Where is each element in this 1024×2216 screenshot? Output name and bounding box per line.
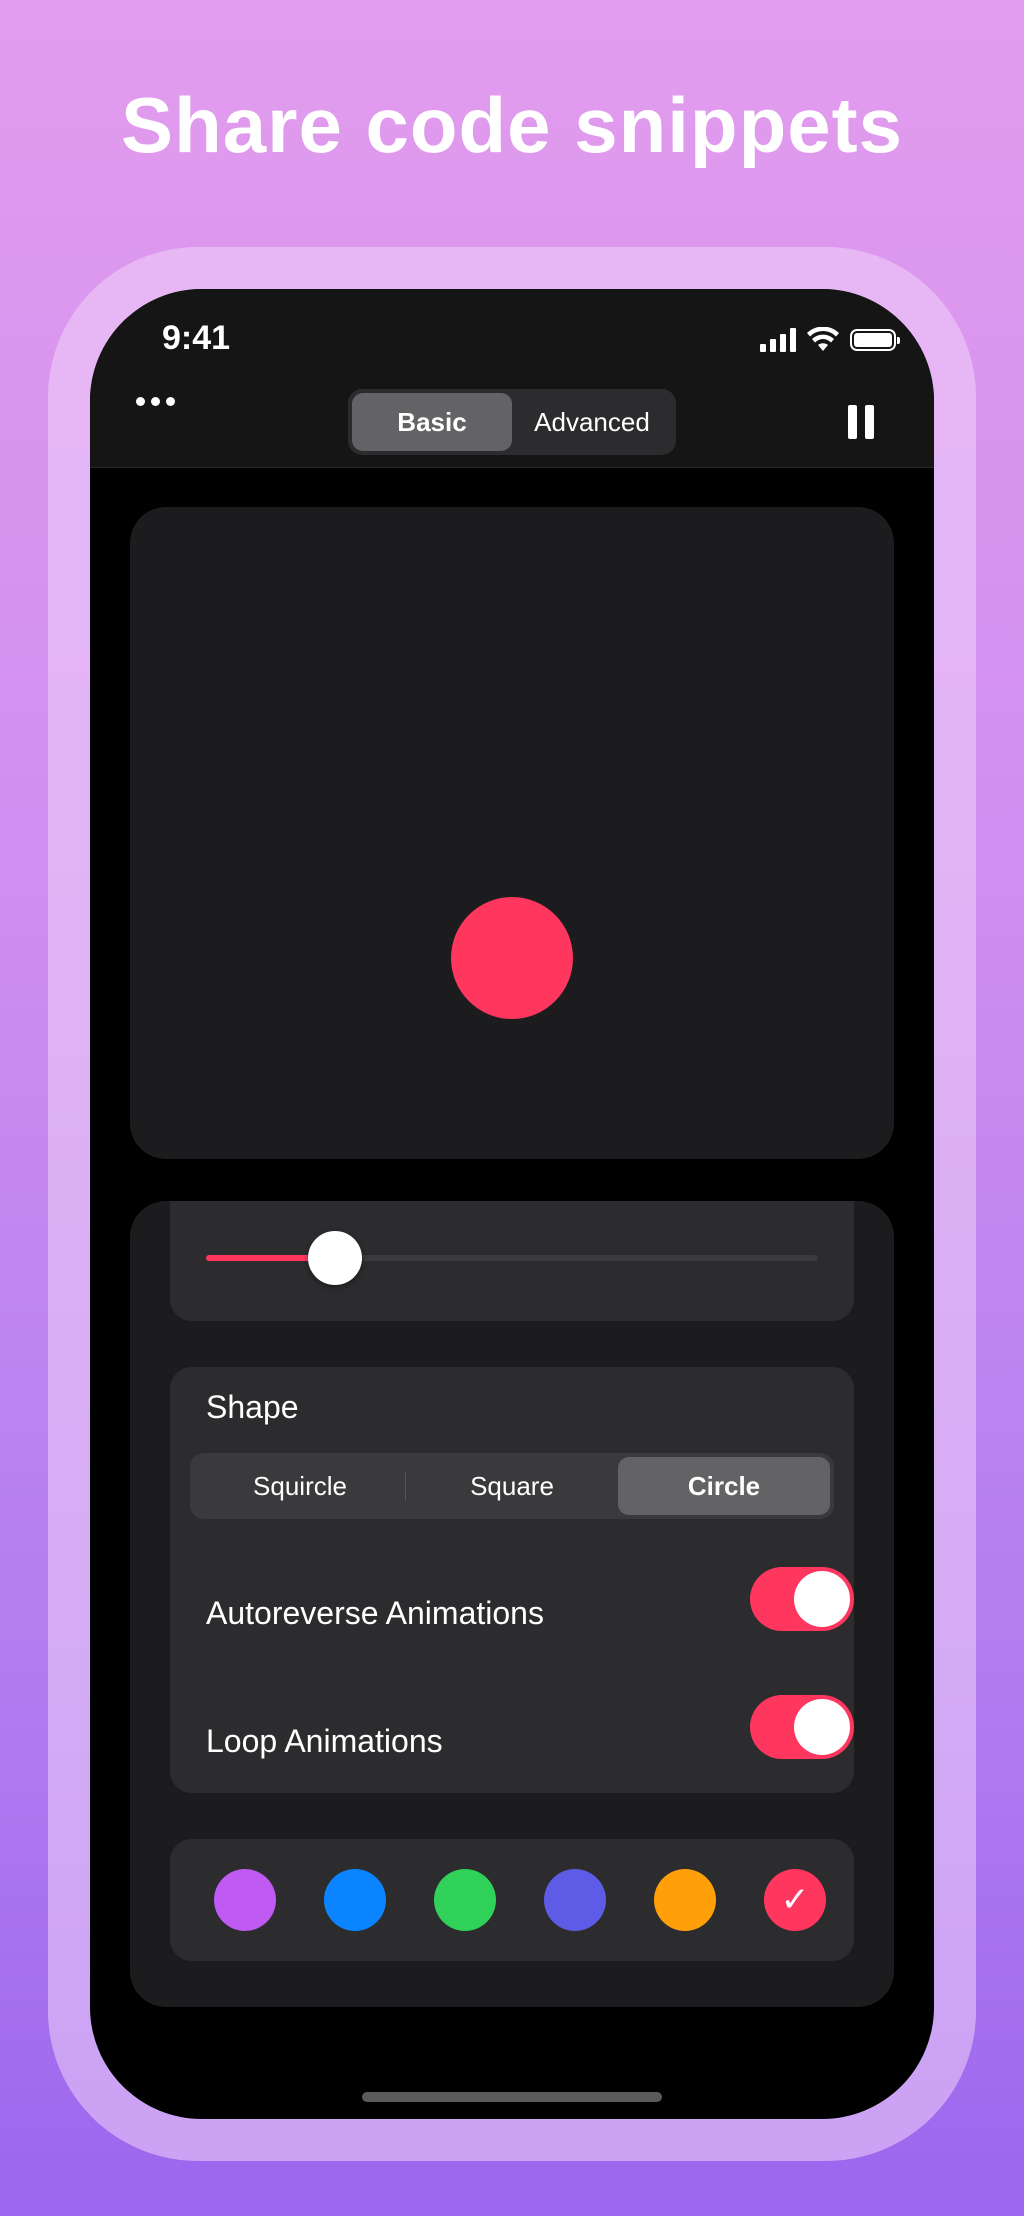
more-icon[interactable] (136, 397, 175, 406)
color-picker-card: ✓ (170, 1839, 854, 1961)
phone-screen: 9:41 Basic Advanced Shape Squircle Squar… (90, 289, 934, 2119)
animated-ball (451, 897, 573, 1019)
headline: Share code snippets (121, 81, 903, 169)
loop-toggle[interactable] (750, 1695, 854, 1759)
shape-option-circle[interactable]: Circle (618, 1457, 830, 1515)
checkmark-icon: ✓ (780, 1881, 810, 1919)
shape-option-label: Square (470, 1470, 554, 1501)
color-swatch-indigo[interactable] (544, 1869, 606, 1931)
color-swatch-pink[interactable]: ✓ (764, 1869, 826, 1931)
slider-track[interactable] (206, 1231, 818, 1285)
slider-card (170, 1201, 854, 1321)
color-swatch-orange[interactable] (654, 1869, 716, 1931)
cellular-signal-icon (760, 328, 796, 352)
toggle-knob (794, 1571, 850, 1627)
loop-label: Loop Animations (206, 1723, 443, 1759)
pause-icon[interactable] (848, 405, 874, 439)
autoreverse-label: Autoreverse Animations (206, 1595, 544, 1631)
settings-panel: Shape Squircle Square Circle Autoreverse… (130, 1201, 894, 2007)
status-icons (760, 325, 900, 355)
status-time: 9:41 (162, 319, 231, 357)
nav-bar: 9:41 Basic Advanced (90, 289, 934, 468)
battery-icon (850, 329, 900, 351)
color-swatch-blue[interactable] (324, 1869, 386, 1931)
tab-basic[interactable]: Basic (352, 393, 512, 451)
shape-option-label: Circle (687, 1470, 761, 1501)
shape-option-label: Squircle (253, 1470, 347, 1501)
wifi-icon (807, 327, 839, 351)
shape-title: Shape (206, 1389, 299, 1425)
toggle-knob (794, 1699, 850, 1755)
animation-preview (130, 507, 894, 1159)
tab-advanced[interactable]: Advanced (512, 393, 672, 451)
slider-thumb[interactable] (307, 1231, 362, 1285)
autoreverse-toggle[interactable] (750, 1567, 854, 1631)
mode-segmented-control: Basic Advanced (348, 389, 676, 455)
shape-segmented-control: Squircle Square Circle (190, 1453, 834, 1519)
color-swatch-green[interactable] (434, 1869, 496, 1931)
shape-option-squircle[interactable]: Squircle (194, 1457, 406, 1515)
shape-card: Shape Squircle Square Circle Autoreverse… (170, 1367, 854, 1793)
home-indicator (362, 2092, 662, 2102)
color-swatch-purple[interactable] (214, 1869, 276, 1931)
shape-option-square[interactable]: Square (406, 1457, 618, 1515)
